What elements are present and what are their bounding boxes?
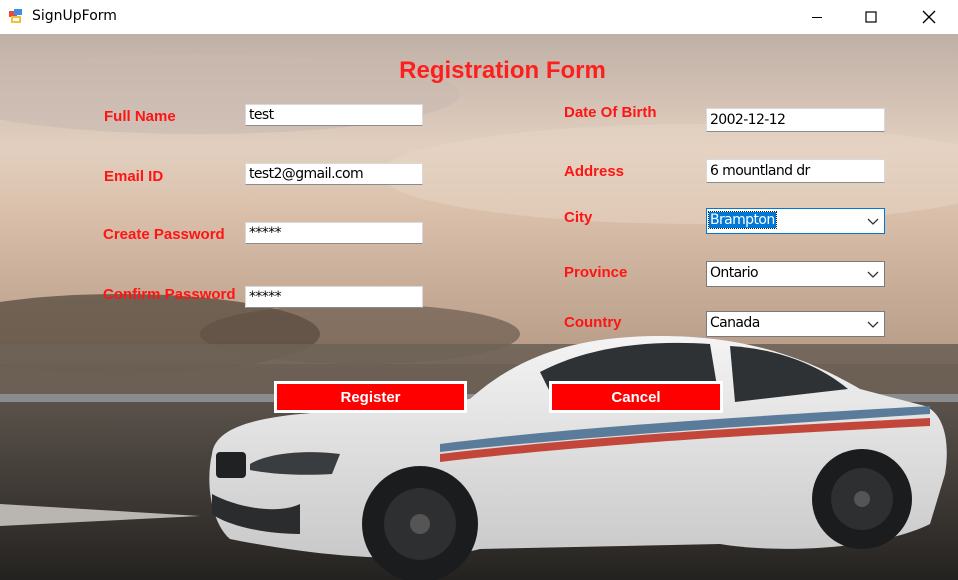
register-button[interactable]: Register xyxy=(274,381,467,413)
city-label: City xyxy=(564,209,593,226)
full-name-input[interactable]: test xyxy=(245,104,423,126)
app-icon xyxy=(9,9,22,23)
cancel-button[interactable]: Cancel xyxy=(549,381,723,413)
chevron-down-icon[interactable] xyxy=(866,214,880,228)
confirm-password-label: Confirm Password xyxy=(103,286,236,303)
chevron-down-icon[interactable] xyxy=(866,317,880,331)
country-dropdown[interactable]: Canada xyxy=(706,311,885,337)
province-dropdown[interactable]: Ontario xyxy=(706,261,885,287)
address-input[interactable]: 6 mountland dr xyxy=(706,159,885,183)
confirm-password-input[interactable]: ***** xyxy=(245,286,423,308)
create-password-label: Create Password xyxy=(103,226,225,243)
full-name-label: Full Name xyxy=(104,108,176,125)
dob-label: Date Of Birth xyxy=(564,104,657,121)
province-label: Province xyxy=(564,264,628,281)
province-selected-value: Ontario xyxy=(710,265,759,281)
minimize-button[interactable] xyxy=(792,0,842,34)
dob-input[interactable]: 2002-12-12 xyxy=(706,108,885,132)
title-bar: SignUpForm xyxy=(0,0,958,34)
maximize-button[interactable] xyxy=(846,0,896,34)
create-password-input[interactable]: ***** xyxy=(245,222,423,244)
address-label: Address xyxy=(564,163,625,180)
form-client-area: Registration Form Full Name test Email I… xyxy=(0,34,958,580)
form-title: Registration Form xyxy=(399,57,606,84)
city-selected-value: Brampton xyxy=(708,211,777,229)
minimize-icon xyxy=(812,17,822,18)
email-input[interactable]: test2@gmail.com xyxy=(245,163,423,185)
city-dropdown[interactable]: Brampton xyxy=(706,208,885,234)
close-icon xyxy=(922,10,936,24)
window-title: SignUpForm xyxy=(32,8,117,24)
chevron-down-icon[interactable] xyxy=(866,267,880,281)
maximize-icon xyxy=(865,11,877,23)
country-label: Country xyxy=(564,314,622,331)
email-label: Email ID xyxy=(104,168,164,185)
close-button[interactable] xyxy=(904,0,954,34)
country-selected-value: Canada xyxy=(710,315,760,331)
